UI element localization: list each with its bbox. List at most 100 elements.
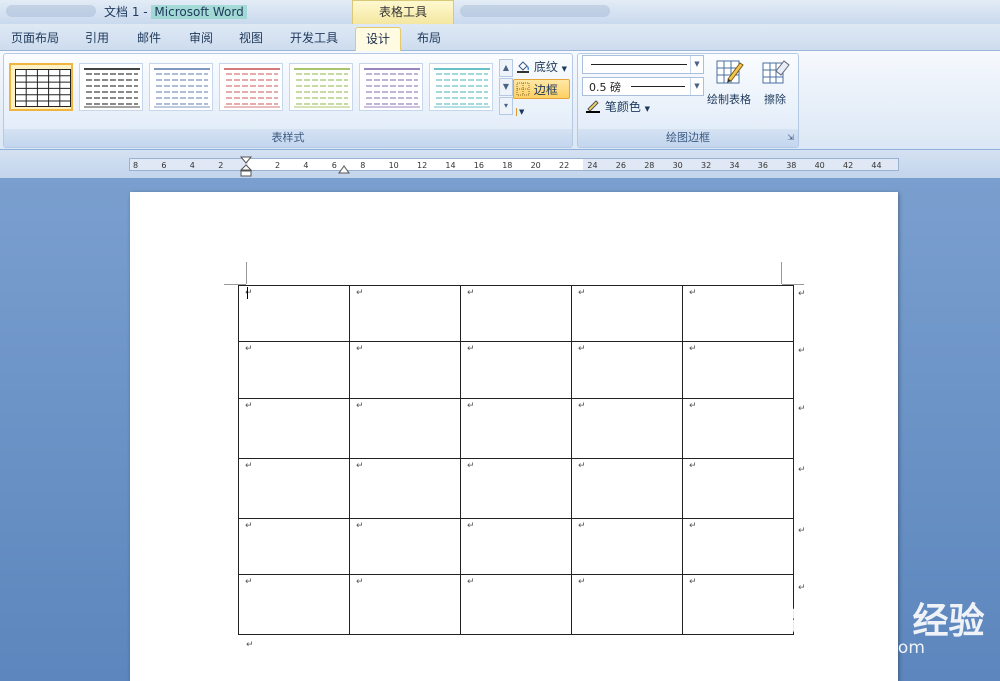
table-cell[interactable]: ↵ — [238, 341, 350, 399]
ruler-number: 4 — [303, 161, 308, 170]
table-cell[interactable]: ↵ — [682, 285, 794, 342]
indent-marker-icon[interactable] — [240, 156, 252, 178]
table-cell[interactable]: ↵ — [682, 458, 794, 519]
table-row: ↵ ↵ ↵ ↵ ↵ — [238, 341, 794, 399]
draw-table-icon — [716, 60, 744, 84]
table-cell[interactable]: ↵ — [571, 574, 683, 635]
borders-button[interactable]: 边框 ▼ — [513, 79, 570, 116]
line-style-preview — [591, 64, 687, 65]
draw-table-label: 绘制表格 — [707, 93, 751, 106]
blurred-title-area — [6, 5, 96, 17]
borders-label: 边框 — [533, 83, 558, 97]
end-of-row-mark: ↵ — [798, 346, 806, 356]
table-body: ↵ ↵ ↵ ↵ ↵ ↵ ↵ ↵ ↵ ↵ ↵ ↵ ↵ ↵ ↵ ↵ ↵ ↵ ↵ ↵ ↵ ↵ ↵ ↵ ↵ ↵ ↵ ↵ ↵ ↵ — [238, 285, 794, 635]
table-style-option[interactable] — [289, 63, 353, 111]
table-cell[interactable]: ↵ — [682, 398, 794, 459]
tab-view[interactable]: 视图 — [226, 27, 276, 51]
tab-mailings[interactable]: 邮件 — [124, 27, 174, 51]
shading-button[interactable]: 底纹 ▼ — [514, 57, 570, 77]
table-row: ↵ ↵ ↵ ↵ ↵ — [238, 458, 794, 519]
tab-layout[interactable]: 布局 — [404, 27, 454, 51]
table-style-option[interactable] — [149, 63, 213, 111]
table-cell[interactable]: ↵ — [349, 398, 461, 459]
table-cell[interactable]: ↵ — [238, 518, 350, 575]
dropdown-arrow-icon[interactable]: ▼ — [516, 108, 525, 116]
tab-design[interactable]: 设计 — [355, 27, 401, 51]
table-cell[interactable]: ↵ — [349, 285, 461, 342]
title-separator: - — [139, 5, 152, 19]
dropdown-arrow-icon: ▼ — [644, 105, 651, 113]
table-cell[interactable]: ↵ — [571, 458, 683, 519]
line-weight-preview — [631, 86, 685, 87]
table-cell[interactable]: ↵ — [460, 341, 572, 399]
tab-page-layout[interactable]: 页面布局 — [4, 27, 66, 51]
ruler-number: 2 — [218, 161, 223, 170]
table-cell[interactable]: ↵ — [571, 285, 683, 342]
table-cell[interactable]: ↵ — [571, 341, 683, 399]
crop-mark — [246, 262, 247, 284]
table-style-option[interactable] — [429, 63, 493, 111]
table-cell[interactable]: ↵ — [349, 458, 461, 519]
table-cell[interactable]: ↵ — [460, 285, 572, 342]
ruler-number: 20 — [531, 161, 541, 170]
line-style-select[interactable]: ▼ — [582, 55, 704, 74]
table-cell[interactable]: ↵ — [571, 398, 683, 459]
table-cell[interactable]: ↵ — [571, 518, 683, 575]
gallery-more-icon[interactable]: ▾ — [499, 97, 513, 115]
dialog-launcher-icon[interactable]: ⇲ — [787, 129, 794, 146]
table-cell[interactable]: ↵ — [349, 341, 461, 399]
table-cell[interactable]: ↵ — [460, 518, 572, 575]
table-cell[interactable]: ↵ — [682, 341, 794, 399]
ruler-number: 8 — [360, 161, 365, 170]
table-style-option[interactable] — [359, 63, 423, 111]
table-style-option[interactable] — [79, 63, 143, 111]
table-style-option[interactable] — [219, 63, 283, 111]
table-cell[interactable]: ↵ — [238, 574, 350, 635]
document-name: 文档 1 — [104, 5, 140, 19]
chevron-down-icon: ▼ — [690, 78, 703, 95]
eraser-icon — [762, 60, 790, 84]
table-style-option[interactable] — [9, 63, 73, 111]
pen-color-button[interactable]: 笔颜色 ▼ — [583, 97, 655, 117]
table-cell[interactable]: ↵ — [238, 398, 350, 459]
tab-review[interactable]: 审阅 — [176, 27, 226, 51]
line-weight-select[interactable]: 0.5 磅 ▼ — [582, 77, 704, 96]
table-cell[interactable]: ↵ — [682, 518, 794, 575]
ruler-number: 24 — [587, 161, 597, 170]
ruler-number: 22 — [559, 161, 569, 170]
table-cell[interactable]: ↵ — [238, 285, 350, 342]
table-cell[interactable]: ↵ — [349, 518, 461, 575]
table-cell[interactable]: ↵ — [460, 574, 572, 635]
blurred-title-area — [460, 5, 610, 17]
draw-table-button[interactable]: 绘制表格 — [704, 57, 754, 117]
table-cell[interactable]: ↵ — [349, 574, 461, 635]
table-cell[interactable]: ↵ — [460, 458, 572, 519]
table-style-preview — [84, 68, 140, 108]
gallery-scroll-up-icon[interactable]: ▲ — [499, 59, 513, 77]
ruler-number: 42 — [843, 161, 853, 170]
table-row: ↵ ↵ ↵ ↵ ↵ — [238, 285, 794, 342]
watermark-brand: Bai du 经验 — [772, 601, 985, 642]
ribbon-tab-bar: 页面布局 引用 邮件 审阅 视图 开发工具 设计 布局 — [0, 24, 1000, 51]
text-cursor — [247, 287, 248, 299]
ruler-number: 16 — [474, 161, 484, 170]
ruler-number: 2 — [275, 161, 280, 170]
gallery-scroll-down-icon[interactable]: ▼ — [499, 78, 513, 96]
paragraph-mark: ↵ — [246, 640, 254, 650]
table-cell[interactable]: ↵ — [238, 458, 350, 519]
table-style-preview — [294, 68, 350, 108]
paint-bucket-icon — [517, 61, 530, 73]
ruler-number: 14 — [445, 161, 455, 170]
table-style-preview — [224, 68, 280, 108]
end-of-row-mark: ↵ — [798, 289, 806, 299]
document-table[interactable]: ↵ ↵ ↵ ↵ ↵ ↵ ↵ ↵ ↵ ↵ ↵ ↵ ↵ ↵ ↵ ↵ ↵ ↵ ↵ ↵ ↵ ↵ ↵ ↵ ↵ ↵ ↵ ↵ ↵ ↵ — [238, 285, 794, 635]
table-cell[interactable]: ↵ — [460, 398, 572, 459]
table-row: ↵ ↵ ↵ ↵ ↵ — [238, 574, 794, 635]
eraser-label: 擦除 — [764, 93, 786, 106]
eraser-button[interactable]: 擦除 — [757, 57, 793, 117]
borders-icon — [516, 82, 530, 96]
ruler-number: 40 — [815, 161, 825, 170]
tab-developer[interactable]: 开发工具 — [280, 27, 348, 51]
tab-references[interactable]: 引用 — [72, 27, 122, 51]
right-indent-marker-icon[interactable] — [338, 163, 350, 175]
